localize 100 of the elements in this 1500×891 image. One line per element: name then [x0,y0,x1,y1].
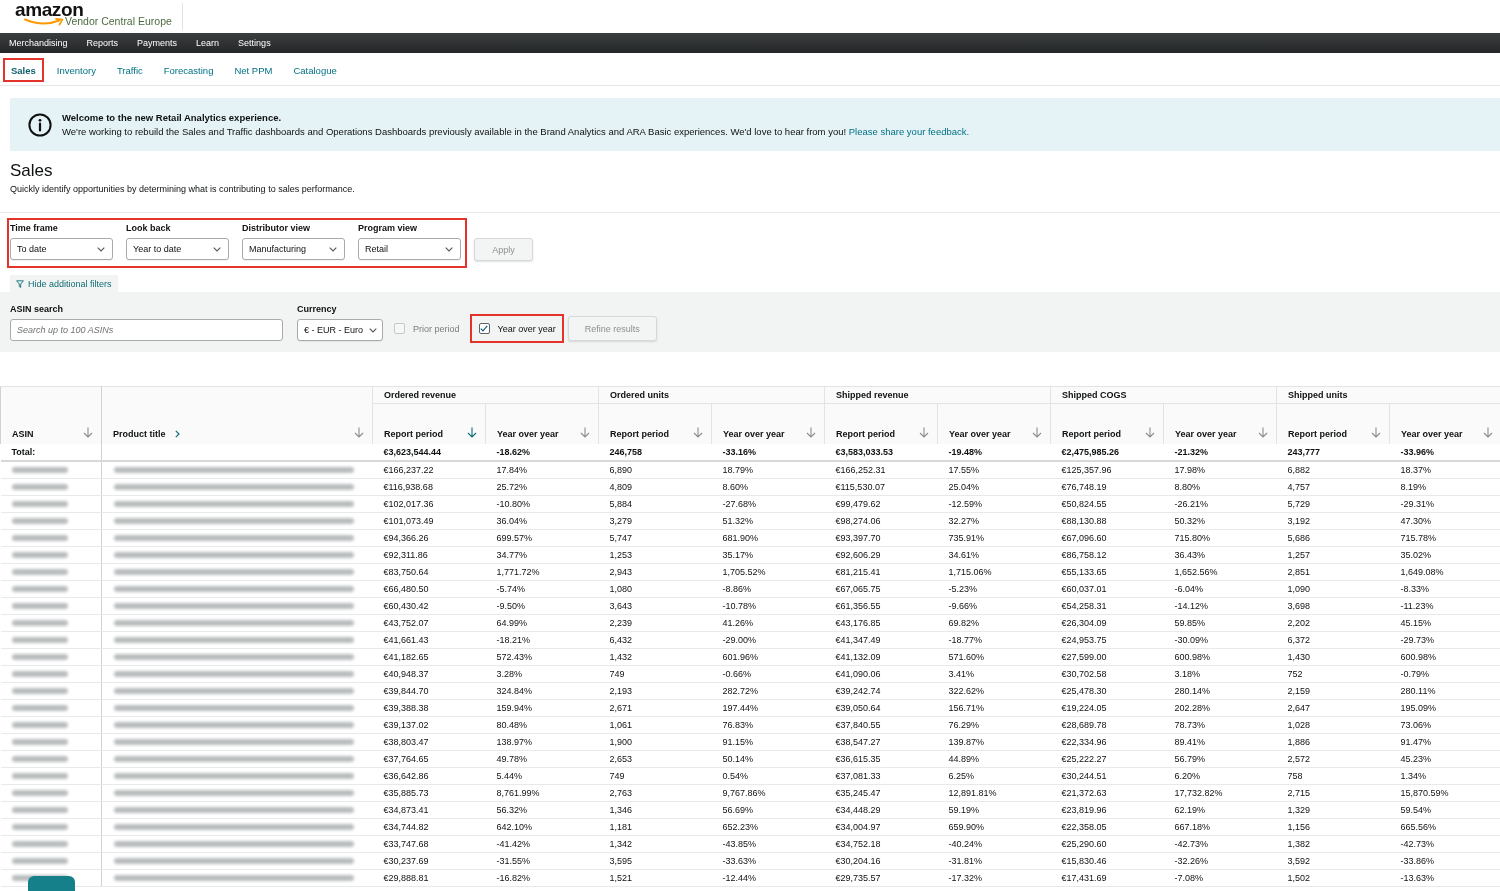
table-cell: €23,819.96 [1050,801,1164,819]
table-cell: €30,204.16 [824,852,938,870]
blurred-asin [11,790,68,796]
table-cell: 735.91% [937,529,1051,547]
table-cell: 69.82% [937,614,1051,632]
table-cell: €38,803.47 [372,733,486,751]
table-cell: 282.72% [711,682,825,700]
blurred-asin [11,501,68,507]
table-cell: 9,767.86% [711,784,825,802]
column-header[interactable]: Report period [598,403,712,444]
checkbox-label[interactable]: Year over year [497,323,556,334]
table-cell: -29.31% [1389,495,1500,513]
table-cell: -40.24% [937,835,1051,853]
blurred-asin [11,824,68,830]
table-cell: -26.21% [1163,495,1277,513]
table-cell: €125,357.96 [1050,461,1164,479]
tab[interactable]: Catalogue [285,58,345,82]
dropdown[interactable]: To date [10,238,113,260]
table-cell: €93,397.70 [824,529,938,547]
table-cell: -12.59% [937,495,1051,513]
table-cell: -9.66% [937,597,1051,615]
table-cell: 1,430 [1276,648,1390,666]
table-cell: 8.60% [711,478,825,496]
tab[interactable]: Forecasting [155,58,222,82]
nav-menu-item[interactable]: Payments [137,38,178,48]
tab[interactable]: Inventory [48,58,104,82]
column-header[interactable]: Report period [1276,403,1390,444]
table-cell: -32.26% [1163,852,1277,870]
table-cell: 6,432 [598,631,712,649]
table-cell: €36,615.35 [824,750,938,768]
checkbox[interactable] [478,323,490,334]
table-cell: 324.84% [485,682,599,700]
nav-menu-item[interactable]: Settings [238,38,271,48]
column-header[interactable]: Report period [824,403,938,444]
tab[interactable]: Traffic [108,58,151,82]
dropdown[interactable]: Retail [358,238,461,260]
table-cell: €25,222.27 [1050,750,1164,768]
table-cell: €3,623,544.44 [372,444,486,461]
table-cell: 2,653 [598,750,712,768]
table-cell: €39,388.38 [372,699,486,717]
table-cell: €29,735.57 [824,869,938,887]
table-cell: -8.86% [711,580,825,598]
table-cell: 5,686 [1276,529,1390,547]
column-header[interactable]: Year over year [937,403,1051,444]
table-cell: 3,595 [598,852,712,870]
filter-toggle-link[interactable]: Hide additional filters [10,275,118,292]
table-cell: 18.37% [1389,461,1500,479]
table-cell: €60,430.42 [372,597,486,615]
table-cell: 17.55% [937,461,1051,479]
table-cell: -11.23% [1389,597,1500,615]
tab[interactable]: Net PPM [226,58,281,82]
table-cell: €99,479.62 [824,495,938,513]
table-cell: €3,583,033.53 [824,444,938,461]
table-cell: -10.80% [485,495,599,513]
table-cell: 1,257 [1276,546,1390,564]
table-cell: 5.44% [485,767,599,785]
table-cell: 1,090 [1276,580,1390,598]
nav-menu-item[interactable]: Reports [86,38,119,48]
dropdown[interactable]: Year to date [126,238,229,260]
column-header[interactable]: ASIN [0,386,102,444]
table-cell: -33.63% [711,852,825,870]
table-cell: €66,480.50 [372,580,486,598]
column-header[interactable]: Year over year [711,403,825,444]
smile-arrow-icon [24,18,64,26]
table-cell: 6.20% [1163,767,1277,785]
blurred-asin [11,467,68,473]
table-cell: 139.87% [937,733,1051,751]
table-cell: 1,329 [1276,801,1390,819]
column-header[interactable]: Year over year [1163,403,1277,444]
table-cell: 749 [598,767,712,785]
column-header[interactable]: Report period [372,403,486,444]
search-field[interactable]: Search up to 100 ASINs [10,319,283,341]
table-cell: 1,521 [598,869,712,887]
tab[interactable]: Sales [3,58,44,82]
column-header[interactable]: Report period [1050,403,1164,444]
column-header[interactable]: Year over year [485,403,599,444]
nav-menu-item[interactable]: Learn [196,38,220,48]
table-cell: 715.80% [1163,529,1277,547]
table-cell: €67,065.75 [824,580,938,598]
table-cell: 1,652.56% [1163,563,1277,581]
column-header[interactable]: Product title [101,386,373,444]
feedback-link[interactable]: Please share your feedback. [848,126,970,137]
table-cell: 51.32% [711,512,825,530]
table-cell: €86,758.12 [1050,546,1164,564]
blurred-asin [11,535,68,541]
blurred-asin [11,773,68,779]
blurred-asin [11,858,68,864]
table-cell: -33.86% [1389,852,1500,870]
blurred-asin [11,739,68,745]
table-cell: 17.84% [485,461,599,479]
column-header[interactable]: Year over year [1389,403,1500,444]
table-cell: €88,130.88 [1050,512,1164,530]
floating-button[interactable] [28,876,75,891]
table-cell: -6.04% [1163,580,1277,598]
dropdown[interactable]: Manufacturing [242,238,345,260]
table-cell: 2,763 [598,784,712,802]
table-cell: 1,900 [598,733,712,751]
table-cell: 1,382 [1276,835,1390,853]
nav-menu-item[interactable]: Merchandising [9,38,68,48]
dropdown[interactable]: € - EUR - Euro [297,319,383,341]
